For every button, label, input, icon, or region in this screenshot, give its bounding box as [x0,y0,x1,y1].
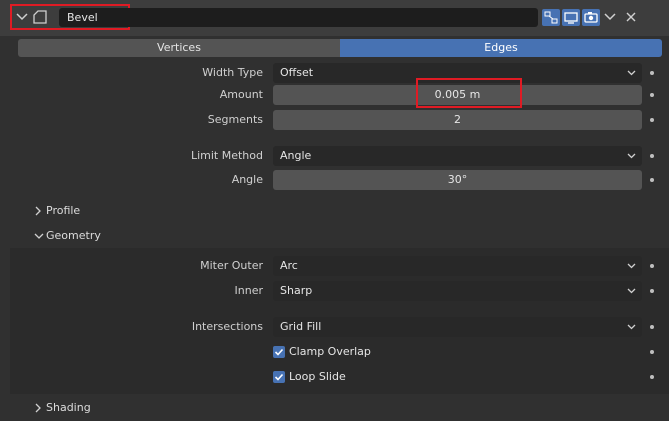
keyframe-dot[interactable] [650,350,654,354]
intersections-dropdown[interactable]: Grid Fill [273,317,642,337]
render-camera-icon [584,12,598,23]
loop-slide-checkbox[interactable] [273,371,285,383]
angle-field[interactable]: 30° [273,170,642,190]
bevel-modifier-icon [33,10,47,24]
edit-mode-toggle[interactable] [542,9,560,26]
tab-vertices[interactable]: Vertices [18,39,340,57]
width-type-value: Offset [280,66,314,79]
keyframe-dot[interactable] [650,264,654,268]
segments-label: Segments [207,113,263,126]
chevron-down-icon [627,288,636,294]
realtime-toggle[interactable] [562,9,580,26]
miter-outer-dropdown[interactable]: Arc [273,256,642,276]
profile-label: Profile [46,204,81,217]
inner-value: Sharp [280,284,313,297]
chevron-down-icon [627,324,636,330]
chevron-right-icon [35,403,41,413]
shading-subpanel-header[interactable]: Shading [0,396,669,420]
shading-label: Shading [46,401,91,414]
width-type-label: Width Type [202,66,263,79]
realtime-display-icon [564,12,578,24]
geometry-label: Geometry [46,229,101,242]
chevron-down-icon [627,70,636,76]
keyframe-dot[interactable] [650,71,654,75]
tab-edges[interactable]: Edges [340,39,662,57]
inner-dropdown[interactable]: Sharp [273,281,642,301]
checkmark-icon [274,373,284,381]
edit-mode-icon [544,11,558,24]
keyframe-dot[interactable] [650,178,654,182]
keyframe-dot[interactable] [650,375,654,379]
miter-outer-label: Miter Outer [200,259,263,272]
intersections-label: Intersections [191,320,263,333]
limit-method-value: Angle [280,149,312,162]
affect-tabs: Vertices Edges [18,39,662,57]
limit-method-dropdown[interactable]: Angle [273,146,642,166]
keyframe-dot[interactable] [650,93,654,97]
checkmark-icon [274,348,284,356]
intersections-value: Grid Fill [280,320,322,333]
angle-label: Angle [231,173,263,186]
inner-label: Inner [234,284,263,297]
close-icon[interactable] [626,12,636,22]
chevron-down-icon [34,233,44,239]
expand-chevron-icon[interactable] [16,12,28,22]
chevron-down-icon [627,153,636,159]
amount-highlight-box [416,78,522,108]
geometry-subpanel-header[interactable]: Geometry [0,224,669,248]
limit-method-label: Limit Method [190,149,263,162]
miter-outer-value: Arc [280,259,298,272]
chevron-right-icon [35,206,41,216]
render-toggle[interactable] [582,9,600,26]
clamp-overlap-checkbox[interactable] [273,346,285,358]
keyframe-dot[interactable] [650,289,654,293]
amount-label: Amount [219,88,263,101]
keyframe-dot[interactable] [650,325,654,329]
keyframe-dot[interactable] [650,118,654,122]
segments-field[interactable]: 2 [273,110,642,130]
keyframe-dot[interactable] [650,154,654,158]
chevron-down-icon [627,263,636,269]
loop-slide-label[interactable]: Loop Slide [289,367,346,387]
clamp-overlap-label[interactable]: Clamp Overlap [289,342,371,362]
modifier-name-field[interactable]: Bevel [59,8,538,27]
profile-subpanel-header[interactable]: Profile [0,199,669,223]
options-chevron-icon[interactable] [604,12,616,22]
